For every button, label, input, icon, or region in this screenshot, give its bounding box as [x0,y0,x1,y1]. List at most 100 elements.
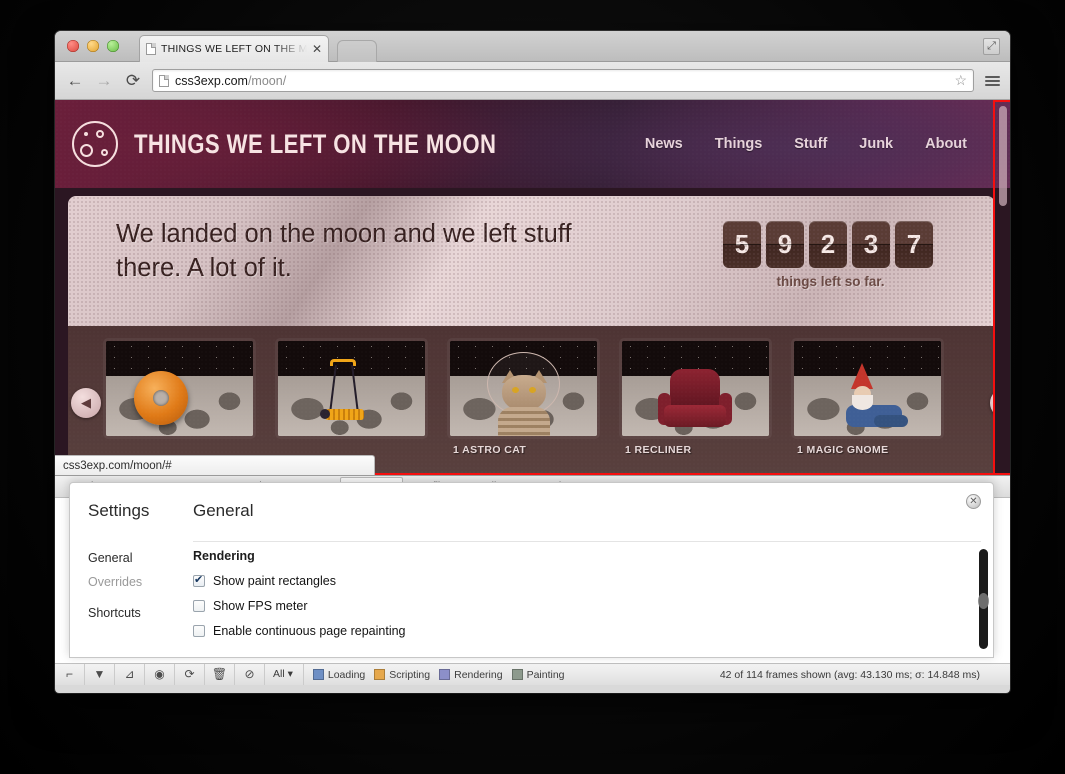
carousel-thumbnail [794,341,941,436]
carousel-caption: 1 MAGIC GNOME [797,444,889,456]
close-icon[interactable]: ✕ [312,43,322,55]
carousel-thumbnail [622,341,769,436]
carousel-item[interactable] [275,338,428,439]
setting-label: Show FPS meter [213,599,308,613]
carousel-track: 1 ASTRO CAT 1 RECLINER 1 MAGIC GNOME [103,338,944,456]
setting-enable-continuous-repainting[interactable]: Enable continuous page repainting [193,624,971,638]
close-icon[interactable]: ✕ [966,494,981,509]
dock-icon[interactable]: ⌐ [55,664,85,685]
clear-icon[interactable]: ⊘ [235,664,265,685]
carousel-caption: 1 RECLINER [625,444,692,456]
carousel-thumbnail [106,341,253,436]
nav-item-news[interactable]: News [645,136,683,152]
hero-headline: We landed on the moon and we left stuff … [116,220,572,282]
browser-toolbar: ← → ⟳ css3exp.com/moon/ ☆ [55,62,1010,100]
settings-sidebar-item-general[interactable]: General [88,551,184,565]
nav-item-things[interactable]: Things [715,136,763,152]
nav-item-about[interactable]: About [925,136,967,152]
donut-art [134,371,188,425]
refresh-icon[interactable]: ⟳ [175,664,205,685]
trash-icon[interactable]: 🗑 [205,664,235,685]
record-icon[interactable]: ◉ [145,664,175,685]
window-minimize-button[interactable] [87,40,99,52]
glass-icon[interactable]: ⊿ [115,664,145,685]
hero-banner: We landed on the moon and we left stuff … [68,196,995,326]
carousel-thumbnail [278,341,425,436]
setting-label: Show paint rectangles [213,574,336,588]
url-domain: css3exp.com [175,73,248,88]
legend-loading: Loading [312,669,365,681]
address-bar-url: css3exp.com/moon/ [175,74,286,88]
page-icon [159,74,169,87]
legend-painting: Painting [511,669,565,681]
astro-cat-art [502,375,546,411]
page-icon [146,43,156,55]
carousel: 1 ASTRO CAT 1 RECLINER 1 MAGIC GNOME ◀ [68,326,995,475]
window-zoom-button[interactable] [107,40,119,52]
link-status-bubble: css3exp.com/moon/# [55,455,375,475]
settings-header: Settings General ✕ [70,483,993,542]
counter-digit: 7 [895,221,933,268]
settings-dialog: Settings General ✕ General Overrides Sho… [69,482,994,658]
timeline-mode-select[interactable]: All ▾ [265,664,304,685]
window-close-button[interactable] [67,40,79,52]
legend-rendering: Rendering [439,669,503,681]
settings-content: Rendering Show paint rectangles Show FPS… [193,549,971,649]
nav-item-junk[interactable]: Junk [859,136,893,152]
settings-section-title: General [193,501,254,520]
checkbox-checked-icon[interactable] [193,573,205,587]
setting-label: Enable continuous page repainting [213,624,406,638]
checkbox-icon[interactable] [193,625,205,637]
timeline-mode-value: All [273,668,285,680]
new-tab-button[interactable] [337,40,377,62]
counter-digit: 2 [809,221,847,268]
settings-sidebar-item-shortcuts[interactable]: Shortcuts [88,606,184,620]
browser-window: THINGS WE LEFT ON THE M ✕ ⤢ ← → ⟳ css3ex… [55,31,1010,693]
bookmark-star-icon[interactable]: ☆ [954,72,967,89]
setting-show-paint-rectangles[interactable]: Show paint rectangles [193,573,971,588]
settings-group-heading: Rendering [193,549,255,563]
address-bar[interactable]: css3exp.com/moon/ ☆ [152,69,974,92]
carousel-item[interactable]: 1 MAGIC GNOME [791,338,944,456]
checkbox-icon[interactable] [193,600,205,612]
forward-button[interactable]: → [94,72,114,89]
nav-item-stuff[interactable]: Stuff [794,136,827,152]
browser-tab-active[interactable]: THINGS WE LEFT ON THE M ✕ [139,35,329,62]
counter-digit: 3 [852,221,890,268]
carousel-item[interactable]: 1 RECLINER [619,338,772,456]
divider [193,541,981,542]
site-header: THINGS WE LEFT ON THE MOON News Things S… [55,100,1010,188]
back-button[interactable]: ← [65,72,85,89]
settings-scrollbar[interactable] [978,549,989,649]
setting-show-fps-meter[interactable]: Show FPS meter [193,599,971,613]
fullscreen-icon[interactable]: ⤢ [983,38,1000,55]
legend-scripting: Scripting [374,669,430,681]
chevron-down-icon: ▾ [287,668,293,680]
site-nav: News Things Stuff Junk About [645,136,985,152]
carousel-item[interactable]: 1 ASTRO CAT [447,338,600,456]
lawnmower-art [325,409,364,420]
carousel-next-button[interactable]: ▶ [990,388,995,418]
settings-sidebar-item-overrides[interactable]: Overrides [88,575,184,589]
carousel-item[interactable] [103,338,256,439]
page-scrollbar[interactable] [999,106,1007,206]
devtools-panel: Elements Resources Network Sources Timel… [55,475,1010,685]
counter-digit: 9 [766,221,804,268]
desktop-backdrop: THINGS WE LEFT ON THE M ✕ ⤢ ← → ⟳ css3ex… [0,0,1065,774]
magic-gnome-art [846,405,902,427]
menu-icon[interactable] [985,75,1000,86]
carousel-prev-button[interactable]: ◀ [71,388,101,418]
filter-icon[interactable]: ▼ [85,664,115,685]
counter-label: things left so far. [776,274,885,289]
page-viewport: THINGS WE LEFT ON THE MOON News Things S… [55,100,1010,475]
carousel-caption: 1 ASTRO CAT [453,444,527,456]
tab-title: THINGS WE LEFT ON THE M [161,43,307,55]
frames-status-text: 42 of 114 frames shown (avg: 43.130 ms; … [719,668,980,681]
settings-title: Settings [88,501,150,520]
reload-button[interactable]: ⟳ [123,72,143,89]
settings-sidebar: General Overrides Shortcuts [88,551,184,630]
url-path: /moon/ [247,73,287,88]
site-title: THINGS WE LEFT ON THE MOON [134,128,497,159]
counter-digit: 5 [723,221,761,268]
carousel-thumbnail [450,341,597,436]
